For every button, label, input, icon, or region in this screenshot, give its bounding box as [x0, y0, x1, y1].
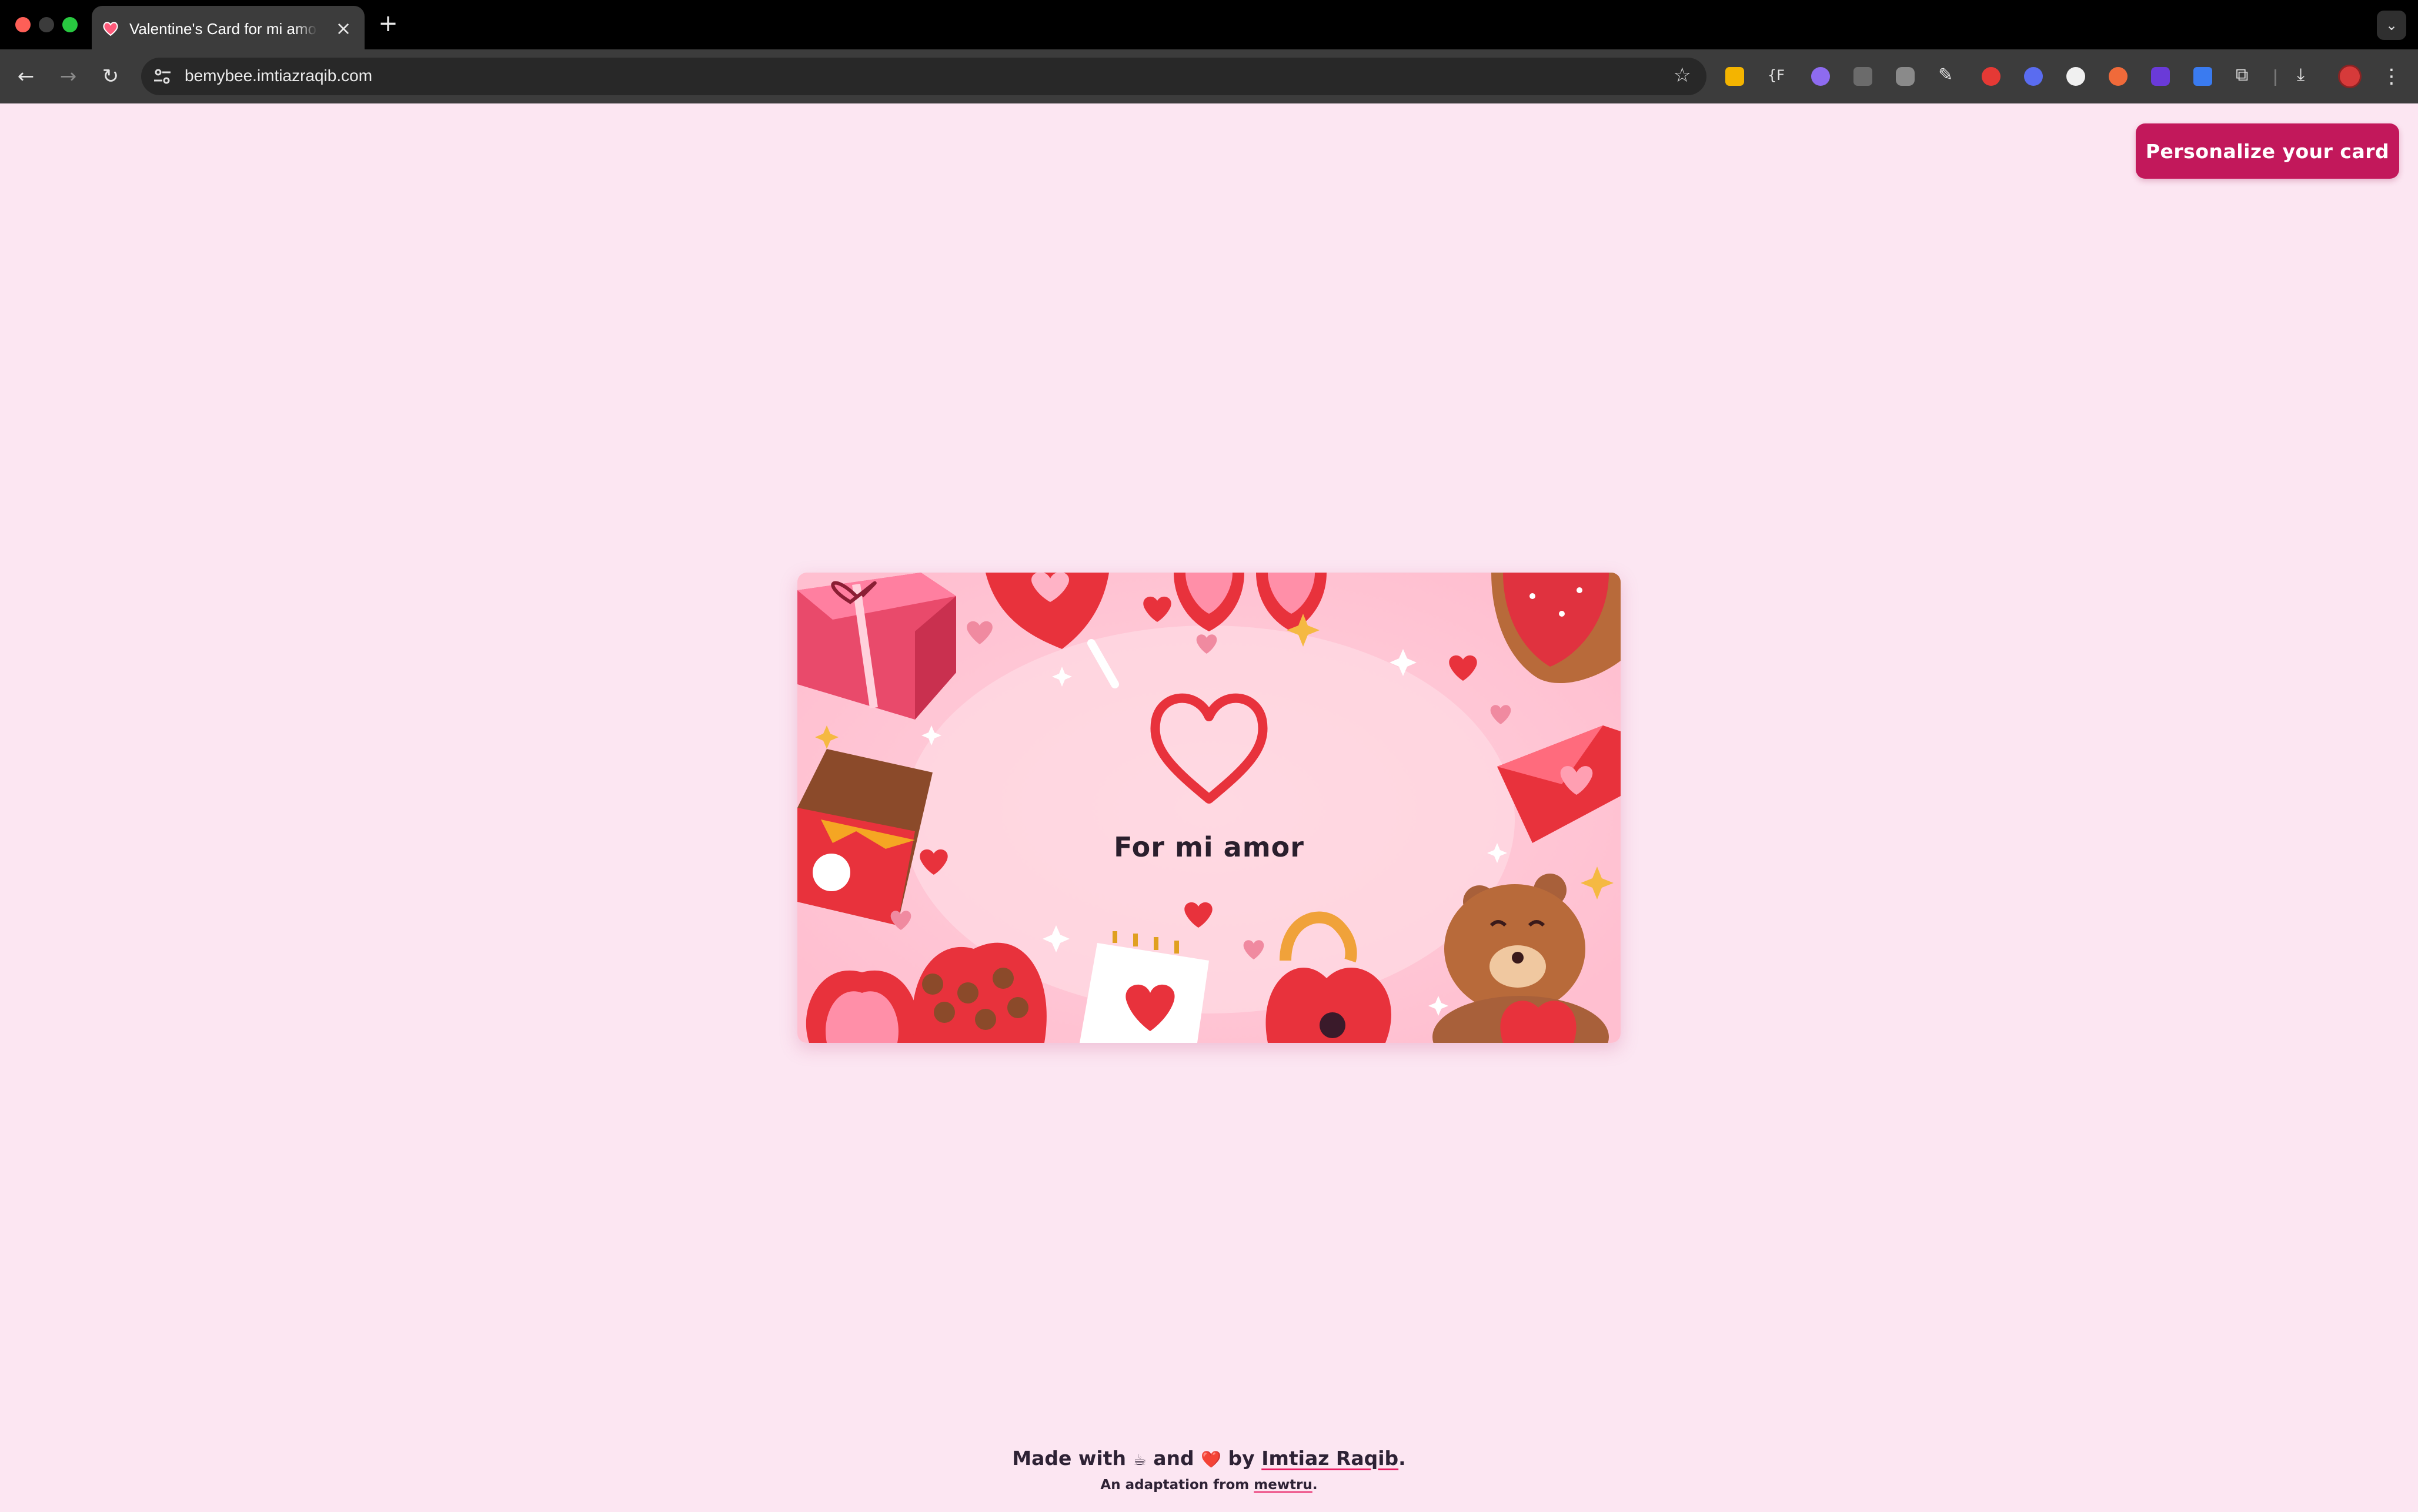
circle-extension-icon[interactable] — [2066, 67, 2085, 86]
camera-extension-icon[interactable] — [1896, 67, 1915, 86]
site-settings-icon[interactable] — [152, 66, 173, 87]
forward-arrow-icon[interactable]: → — [54, 62, 82, 91]
code-extension-icon[interactable] — [1853, 67, 1872, 86]
coffee-icon: ☕ — [1133, 1451, 1147, 1469]
browser-menu-icon[interactable]: ⋮ — [2382, 65, 2402, 88]
profile-avatar[interactable] — [2338, 65, 2362, 88]
puzzle-extension-icon[interactable]: ⧉ — [2236, 63, 2248, 87]
browser-toolbar: ← → ↻ bemybee.imtiazraqib.com ☆ {F ✎ ⧉ ⤓… — [0, 49, 2418, 103]
author-link[interactable]: Imtiaz Raqib — [1261, 1447, 1398, 1470]
bookmark-star-icon[interactable]: ☆ — [1674, 63, 1691, 87]
period-text: . — [1398, 1447, 1406, 1470]
minimize-window-button[interactable] — [39, 17, 54, 32]
purple-square-extension-icon[interactable] — [2151, 67, 2170, 86]
browser-tab-strip: Valentine's Card for mi amor × + ⌄ — [0, 0, 2418, 49]
heart-favicon-icon — [103, 22, 118, 36]
tag-extension-icon[interactable] — [1725, 67, 1744, 86]
red-drop-extension-icon[interactable] — [1982, 67, 2000, 86]
tab-search-button[interactable]: ⌄ — [2377, 11, 2406, 40]
footer-adaptation: An adaptation from mewtru. — [0, 1475, 2418, 1495]
bracket-f-extension-icon[interactable]: {F — [1768, 63, 1785, 87]
toolbar-divider — [2275, 69, 2276, 86]
reload-icon[interactable]: ↻ — [96, 62, 125, 91]
new-tab-button[interactable]: + — [376, 12, 400, 35]
purple-gem-extension-icon[interactable] — [1811, 67, 1830, 86]
address-bar[interactable]: bemybee.imtiazraqib.com ☆ — [141, 58, 1706, 95]
zoom-window-button[interactable] — [62, 17, 78, 32]
and-text: and — [1153, 1447, 1194, 1470]
heart-icon: ❤️ — [1201, 1450, 1222, 1469]
mewtru-link[interactable]: mewtru — [1254, 1477, 1312, 1493]
adaptation-text: An adaptation from — [1100, 1477, 1250, 1493]
adaptation-period: . — [1312, 1477, 1318, 1493]
footer-credit: Made with ☕ and ❤️ by Imtiaz Raqib. — [0, 1444, 2418, 1475]
valentine-card[interactable]: For mi amor — [797, 573, 1621, 1043]
orange-extension-icon[interactable] — [2109, 67, 2128, 86]
download-icon[interactable]: ⤓ — [2297, 63, 2305, 87]
valentine-illustration — [797, 573, 1621, 1043]
footer: Made with ☕ and ❤️ by Imtiaz Raqib. An a… — [0, 1444, 2418, 1495]
made-with-text: Made with — [1012, 1447, 1126, 1470]
url-text[interactable]: bemybee.imtiazraqib.com — [185, 66, 372, 85]
by-text: by — [1228, 1447, 1255, 1470]
card-title: For mi amor — [1114, 831, 1304, 863]
tab-title: Valentine's Card for mi amor — [129, 20, 318, 38]
back-arrow-icon[interactable]: ← — [12, 62, 40, 91]
close-tab-icon[interactable]: × — [333, 18, 354, 39]
blue-frame-extension-icon[interactable] — [2193, 67, 2212, 86]
personalize-card-button[interactable]: Personalize your card — [2136, 123, 2399, 179]
browser-tab-active[interactable]: Valentine's Card for mi amor × — [92, 6, 365, 49]
close-window-button[interactable] — [15, 17, 31, 32]
eyedropper-extension-icon[interactable]: ✎ — [1938, 63, 1953, 87]
gear-blue-extension-icon[interactable] — [2024, 67, 2043, 86]
